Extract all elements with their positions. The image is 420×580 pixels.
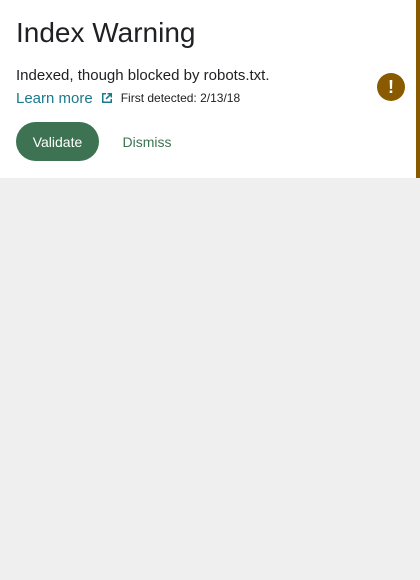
- empty-content-area: [0, 178, 420, 580]
- external-link-icon: [100, 91, 114, 105]
- warning-message: Indexed, though blocked by robots.txt.: [16, 67, 270, 84]
- warning-symbol: !: [388, 77, 394, 97]
- dismiss-button[interactable]: Dismiss: [112, 122, 182, 161]
- index-warning-card: Index Warning Indexed, though blocked by…: [0, 0, 420, 178]
- card-title: Index Warning: [16, 17, 196, 48]
- learn-more-link[interactable]: Learn more: [16, 90, 114, 107]
- first-detected-text: First detected: 2/13/18: [120, 91, 241, 105]
- meta-row: Learn more First detected: 2/13/18: [16, 88, 240, 108]
- warning-icon: !: [377, 73, 405, 101]
- validate-button[interactable]: Validate: [16, 122, 99, 161]
- learn-more-label: Learn more: [16, 89, 93, 107]
